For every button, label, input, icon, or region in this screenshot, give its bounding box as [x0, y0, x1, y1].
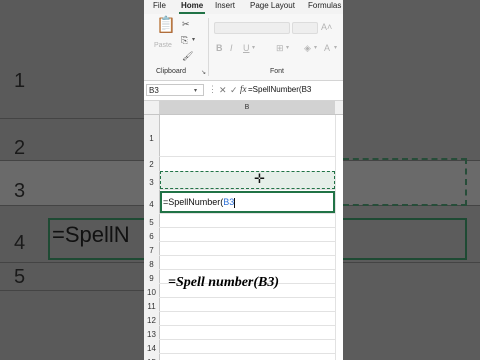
row-header[interactable]: 8: [144, 260, 159, 269]
tab-formulas[interactable]: Formulas: [308, 1, 341, 10]
row-header[interactable]: 6: [144, 232, 159, 241]
row-header[interactable]: 7: [144, 246, 159, 255]
row-header[interactable]: 2: [144, 160, 159, 169]
cell-reference-highlight: B3: [223, 197, 235, 207]
row-header[interactable]: 9: [144, 274, 159, 283]
format-painter-icon[interactable]: 🖌: [182, 51, 193, 61]
chevron-down-icon[interactable]: ▾: [194, 86, 197, 96]
background-row-number: 1: [14, 70, 26, 92]
increase-font-size-icon[interactable]: A˄: [321, 22, 332, 32]
row-header[interactable]: 5: [144, 218, 159, 227]
paste-label: Paste: [154, 42, 172, 49]
insert-function-icon[interactable]: fx: [240, 84, 247, 94]
chevron-down-icon[interactable]: ▾: [252, 43, 255, 53]
worksheet-grid: B 1 2 3 4 5 6 7 8 9 10 11 12 13 14 15: [144, 101, 343, 360]
excel-window: File Home Insert Page Layout Formulas 📋 …: [144, 0, 343, 360]
row-header-bar: 1 2 3 4 5 6 7 8 9 10 11 12 13 14 15: [144, 115, 160, 360]
chevron-down-icon[interactable]: ▾: [314, 43, 317, 53]
ribbon-tabs: File Home Insert Page Layout Formulas: [144, 0, 343, 14]
background-right-panel: [343, 0, 480, 360]
tab-page-layout[interactable]: Page Layout: [250, 1, 295, 10]
row-header[interactable]: 12: [144, 316, 159, 325]
background-row-number: 2: [14, 137, 26, 159]
row-header[interactable]: 4: [144, 200, 159, 209]
font-size-select[interactable]: [292, 22, 318, 34]
column-header-b[interactable]: B: [159, 101, 335, 114]
active-cell-b4[interactable]: =SpellNumber(B3: [160, 191, 335, 213]
row-header[interactable]: 13: [144, 330, 159, 339]
dialog-launcher-icon[interactable]: ↘: [201, 68, 206, 78]
background-big-formula: =SpellN: [52, 222, 130, 247]
tab-home[interactable]: Home: [181, 1, 203, 10]
caption-text: =Spell number(B3): [168, 275, 280, 290]
ribbon: 📋 Paste ✂ ⎘ ▾ 🖌 Clipboard ↘ A˄ B I U ▾ ⊞…: [144, 14, 343, 81]
italic-icon[interactable]: I: [230, 43, 233, 53]
font-name-select[interactable]: [214, 22, 290, 34]
enter-icon[interactable]: ✓: [230, 85, 238, 95]
copy-marquee-b3[interactable]: [160, 171, 335, 189]
background-row-number: 4: [14, 232, 26, 254]
font-color-icon[interactable]: A: [324, 43, 330, 53]
chevron-down-icon[interactable]: ▾: [192, 35, 195, 45]
row-header[interactable]: 3: [144, 178, 159, 187]
chevron-down-icon[interactable]: ▾: [334, 43, 337, 53]
fill-color-icon[interactable]: ◈: [304, 43, 311, 53]
row-header[interactable]: 1: [144, 134, 159, 143]
column-header-bar: B: [144, 101, 343, 115]
cell-formula-text: =SpellNumber(: [163, 197, 224, 207]
copy-icon[interactable]: ⎘: [181, 35, 188, 45]
background-left-panel: 1 2 3 4 5 =SpellN: [0, 0, 144, 360]
cut-icon[interactable]: ✂: [182, 19, 190, 29]
row-header[interactable]: 11: [144, 302, 159, 311]
text-caret: [234, 197, 236, 208]
move-cursor-icon: ✛: [254, 171, 265, 186]
chevron-down-icon[interactable]: ▾: [286, 43, 289, 53]
bold-icon[interactable]: B: [216, 43, 223, 53]
background-row-number: 3: [14, 180, 26, 202]
background-row-number: 5: [14, 266, 26, 288]
cancel-icon[interactable]: ✕: [219, 85, 227, 95]
more-options-icon[interactable]: ⋮: [208, 84, 217, 94]
borders-icon[interactable]: ⊞: [276, 43, 284, 53]
formula-input[interactable]: =SpellNumber(B3: [248, 85, 311, 94]
underline-icon[interactable]: U: [243, 43, 250, 53]
formula-bar: B3 ▾ ⋮ ✕ ✓ fx =SpellNumber(B3: [144, 81, 343, 101]
row-header[interactable]: 10: [144, 288, 159, 297]
paste-icon[interactable]: 📋: [156, 18, 176, 34]
tab-file[interactable]: File: [153, 1, 166, 10]
tab-insert[interactable]: Insert: [215, 1, 235, 10]
row-header[interactable]: 14: [144, 344, 159, 353]
clipboard-group-label: Clipboard: [156, 68, 186, 75]
font-group-label: Font: [270, 68, 285, 75]
